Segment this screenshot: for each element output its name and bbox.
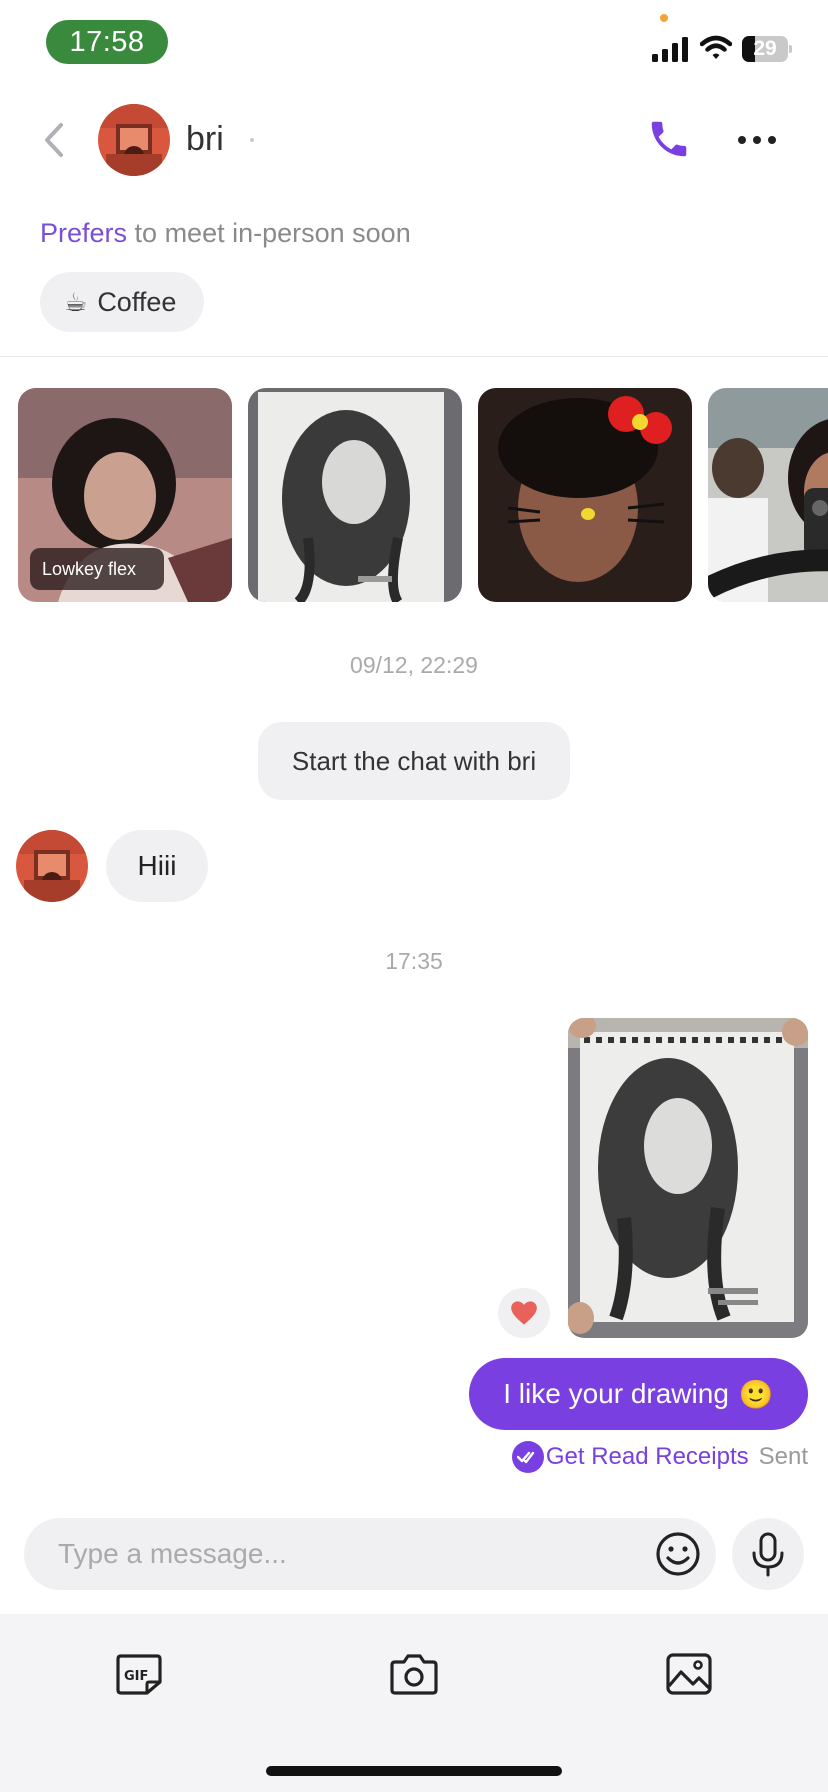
microphone-icon	[752, 1532, 784, 1577]
heart-icon	[511, 1301, 537, 1325]
photo-mirror-selfie[interactable]	[708, 388, 828, 602]
smiley-icon	[656, 1532, 700, 1576]
signal-icon	[652, 37, 688, 62]
image-icon	[666, 1653, 712, 1695]
gallery-button[interactable]	[661, 1646, 717, 1702]
battery-icon: 29	[742, 36, 792, 62]
contact-avatar[interactable]	[98, 104, 170, 176]
preference-chip-label: Coffee	[97, 286, 177, 317]
gif-button[interactable]: GIF	[111, 1646, 167, 1702]
chat-header: bri	[0, 96, 828, 186]
outgoing-message[interactable]: I like your drawing 🙂	[469, 1358, 808, 1430]
profile-photos-strip[interactable]: Lowkey flex	[0, 388, 828, 602]
preference-text: to meet in-person soon	[134, 218, 411, 248]
divider	[0, 356, 828, 357]
presence-dot	[250, 138, 254, 142]
attachment-tray: GIF	[0, 1614, 828, 1792]
contact-name[interactable]: bri	[186, 120, 224, 159]
more-dots-icon	[738, 136, 746, 144]
camera-button[interactable]	[386, 1646, 442, 1702]
back-chevron-icon	[45, 123, 63, 157]
status-bar: 17:58 29	[0, 0, 828, 84]
message-input[interactable]	[58, 1530, 598, 1578]
status-time: 17:58	[46, 20, 168, 64]
emoji-button[interactable]	[654, 1530, 702, 1578]
meetup-preference: Prefers to meet in-person soon	[40, 218, 411, 249]
start-chat-prompt: Start the chat with bri	[258, 722, 570, 800]
sent-status: Sent	[758, 1443, 808, 1470]
wifi-icon	[700, 35, 732, 59]
photo-filter-selfie[interactable]	[478, 388, 692, 602]
battery-level: 29	[753, 37, 777, 60]
more-options-button[interactable]	[732, 120, 782, 160]
preference-accent[interactable]: Prefers	[40, 218, 127, 248]
outgoing-photo-message[interactable]	[568, 1018, 808, 1338]
voice-message-button[interactable]	[732, 1518, 804, 1590]
chat-timestamp: 17:35	[385, 948, 443, 974]
preference-chip[interactable]: ☕ Coffee	[40, 272, 205, 332]
back-button[interactable]	[36, 116, 72, 164]
message-composer	[24, 1518, 716, 1590]
contact-avatar-small[interactable]	[16, 830, 88, 902]
double-check-icon[interactable]	[511, 1441, 544, 1473]
svg-text:GIF: GIF	[124, 1669, 148, 1684]
home-indicator	[266, 1766, 562, 1776]
heart-reaction[interactable]	[498, 1288, 550, 1338]
message-status-row: Get Read Receipts Sent	[511, 1440, 808, 1474]
camera-icon	[390, 1654, 438, 1695]
phone-icon	[651, 121, 687, 157]
smile-emoji: 🙂	[738, 1378, 774, 1410]
call-button[interactable]	[646, 116, 692, 162]
get-read-receipts-link[interactable]: Get Read Receipts	[546, 1443, 749, 1471]
gif-icon: GIF	[116, 1654, 162, 1695]
chat-timestamp: 09/12, 22:29	[350, 652, 478, 678]
photo-caption: Lowkey flex	[30, 548, 165, 590]
photo-sketch[interactable]	[248, 388, 462, 602]
photo-selfie[interactable]: Lowkey flex	[18, 388, 232, 602]
outgoing-message-text: I like your drawing	[503, 1378, 729, 1409]
incoming-message[interactable]: Hiii	[106, 830, 208, 902]
coffee-icon: ☕	[64, 286, 88, 317]
privacy-indicator-dot	[660, 14, 668, 22]
